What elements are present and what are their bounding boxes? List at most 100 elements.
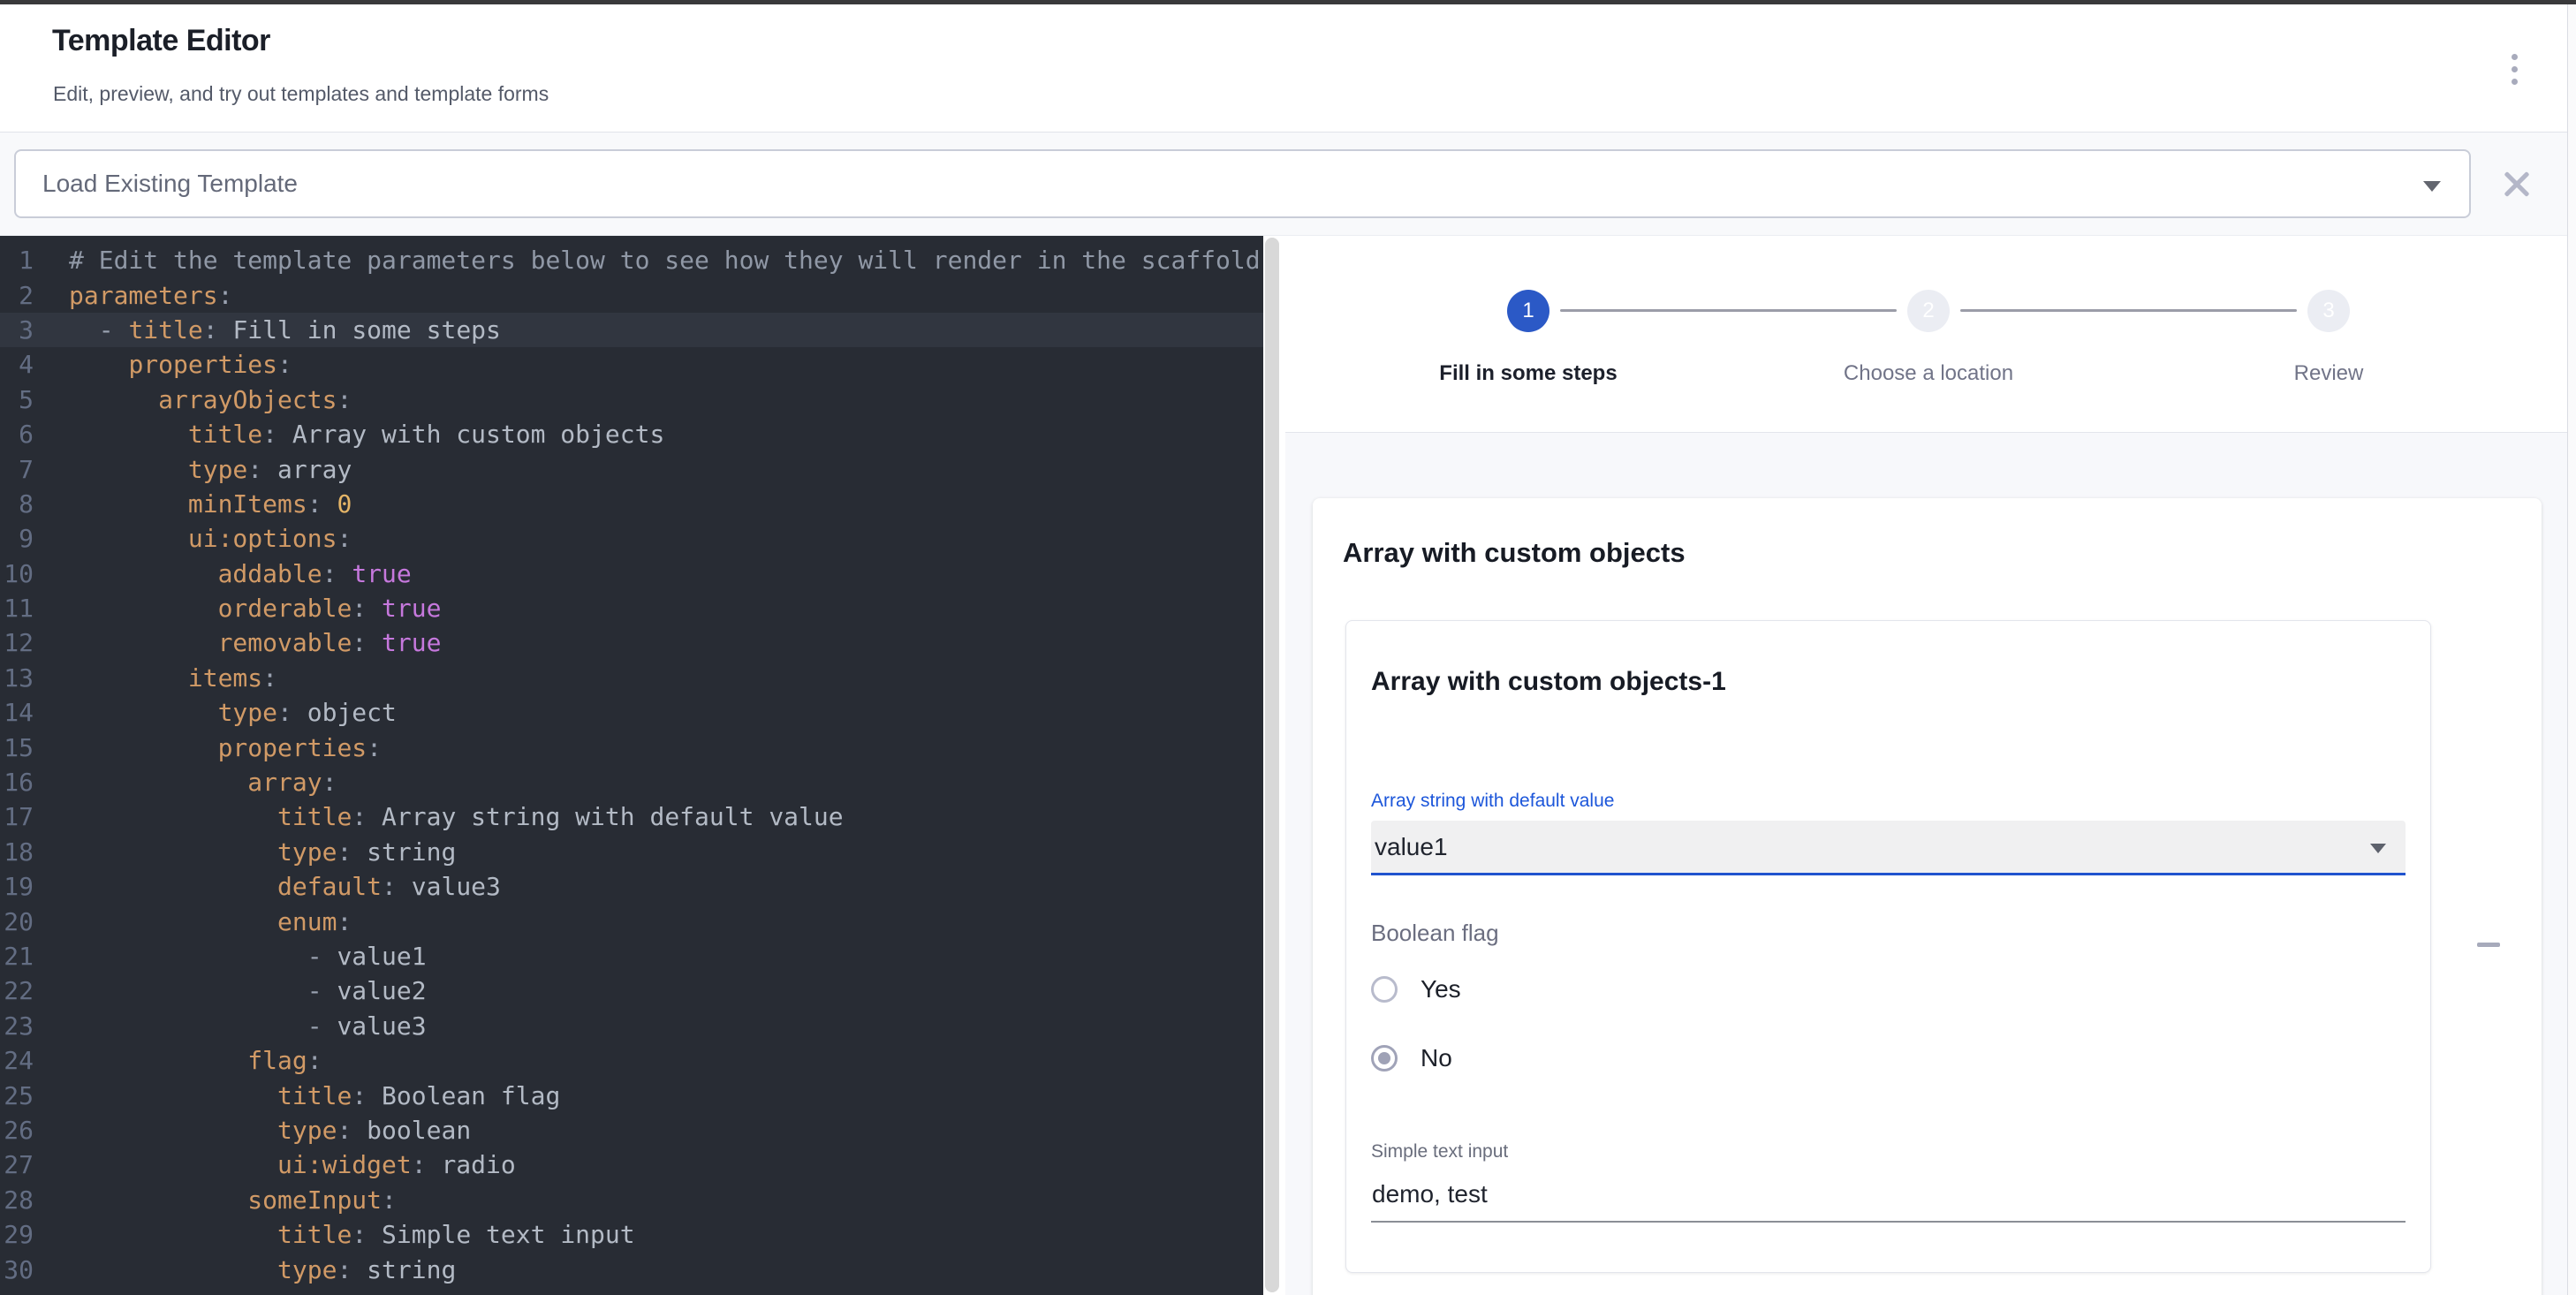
simple-text-input[interactable] — [1371, 1180, 2406, 1223]
token-val: Array string with default value — [382, 802, 844, 831]
code-text: - value3 — [69, 1011, 427, 1041]
token-punct: : — [337, 385, 352, 414]
code-line[interactable]: 26 type: boolean — [0, 1113, 1263, 1147]
code-line[interactable]: 15 properties: — [0, 730, 1263, 764]
yaml-code-editor[interactable]: 1# Edit the template parameters below to… — [0, 236, 1263, 1295]
code-line[interactable]: 19 default: value3 — [0, 869, 1263, 904]
code-line[interactable]: 4 properties: — [0, 347, 1263, 382]
token-punct: : — [337, 837, 367, 867]
code-text: type: object — [69, 698, 397, 727]
code-line[interactable]: 1# Edit the template parameters below to… — [0, 243, 1263, 277]
step-label-3: Review — [2294, 361, 2364, 386]
code-text: properties: — [69, 733, 382, 762]
token-key: orderable — [218, 594, 352, 623]
template-editor-screen: Template Editor Edit, preview, and try o… — [0, 0, 2576, 1295]
code-text: type: boolean — [69, 1116, 471, 1145]
code-line[interactable]: 22 - value2 — [0, 973, 1263, 1008]
token-punct: : — [203, 315, 233, 345]
token-key: title — [277, 1081, 352, 1110]
remove-array-item-button[interactable] — [2467, 923, 2510, 966]
code-line[interactable]: 6 title: Array with custom objects — [0, 417, 1263, 451]
code-line[interactable]: 11 orderable: true — [0, 591, 1263, 625]
code-line[interactable]: 28 someInput: — [0, 1183, 1263, 1217]
code-line[interactable]: 30 type: string — [0, 1252, 1263, 1286]
code-line[interactable]: 21 - value1 — [0, 939, 1263, 973]
token-punct — [69, 1046, 247, 1075]
token-punct: : — [307, 489, 337, 519]
code-line[interactable]: 24 flag: — [0, 1043, 1263, 1078]
token-punct — [69, 1116, 277, 1145]
code-line[interactable]: 23 - value3 — [0, 1009, 1263, 1043]
array-item-card: Array with custom objects-1 Array string… — [1345, 620, 2431, 1273]
token-key: minItems — [188, 489, 307, 519]
code-text: title: Simple text input — [69, 1220, 635, 1249]
code-line[interactable]: 20 enum: — [0, 904, 1263, 938]
token-punct — [69, 768, 247, 797]
step-label-1: Fill in some steps — [1439, 361, 1617, 386]
radio-option-yes[interactable]: Yes — [1371, 970, 2406, 1009]
token-key: enum — [277, 907, 337, 936]
code-text: # Edit the template parameters below to … — [69, 246, 1261, 275]
code-text: default: value3 — [69, 872, 501, 901]
token-key: properties — [218, 733, 367, 762]
token-punct: : — [277, 698, 307, 727]
code-text: title: Array string with default value — [69, 802, 844, 831]
token-punct: : — [262, 420, 292, 449]
page-scrollbar[interactable] — [2567, 0, 2576, 1295]
line-number: 17 — [0, 802, 34, 831]
load-existing-template-select[interactable]: Load Existing Template — [14, 149, 2471, 218]
token-bool: true — [382, 628, 441, 657]
code-line[interactable]: 10 addable: true — [0, 557, 1263, 591]
code-text: type: array — [69, 455, 352, 484]
code-text: items: — [69, 663, 277, 693]
token-val: Array with custom objects — [292, 420, 664, 449]
code-text: someInput: — [69, 1185, 397, 1215]
kebab-menu-button[interactable] — [2489, 40, 2539, 98]
code-line[interactable]: 5 arrayObjects: — [0, 382, 1263, 417]
token-punct — [69, 385, 158, 414]
code-line[interactable]: 17 title: Array string with default valu… — [0, 799, 1263, 834]
token-key: title — [277, 802, 352, 831]
code-line[interactable]: 7 type: array — [0, 451, 1263, 486]
code-text: ui:widget: radio — [69, 1150, 516, 1179]
token-punct — [69, 733, 218, 762]
token-val: value2 — [337, 976, 426, 1005]
token-bool: true — [352, 559, 411, 588]
code-line[interactable]: 18 type: string — [0, 835, 1263, 869]
clear-template-button[interactable] — [2493, 161, 2541, 208]
token-val: value3 — [337, 1011, 426, 1041]
array-string-select[interactable]: value1 — [1371, 821, 2406, 875]
code-line[interactable]: 12 removable: true — [0, 625, 1263, 660]
token-key: properties — [128, 350, 277, 379]
code-text: - value2 — [69, 976, 427, 1005]
token-key: array — [247, 768, 322, 797]
radio-option-label: Yes — [1421, 975, 1461, 1003]
code-line[interactable]: 2parameters: — [0, 277, 1263, 312]
code-line[interactable]: 25 title: Boolean flag — [0, 1078, 1263, 1112]
line-number: 19 — [0, 872, 34, 901]
code-line[interactable]: 13 items: — [0, 661, 1263, 695]
token-comment: # Edit the template parameters below to … — [69, 246, 1261, 275]
code-text: - value1 — [69, 942, 427, 971]
line-number: 2 — [0, 281, 34, 310]
stepper: 1Fill in some steps2Choose a location3Re… — [1285, 236, 2567, 433]
code-line[interactable]: 16 array: — [0, 765, 1263, 799]
array-item-title: Array with custom objects-1 — [1371, 667, 2406, 697]
code-line[interactable]: 8 minItems: 0 — [0, 487, 1263, 521]
code-line[interactable]: 27 ui:widget: radio — [0, 1147, 1263, 1182]
code-line[interactable]: 9 ui:options: — [0, 521, 1263, 556]
code-line[interactable]: 3 - title: Fill in some steps — [0, 313, 1263, 347]
radio-option-no[interactable]: No — [1371, 1039, 2406, 1078]
token-key: parameters — [69, 281, 218, 310]
token-punct: : — [352, 628, 382, 657]
code-line[interactable]: 14 type: object — [0, 695, 1263, 730]
token-val: value3 — [412, 872, 501, 901]
token-punct — [69, 698, 218, 727]
token-punct — [69, 524, 188, 553]
code-line[interactable]: 29 title: Simple text input — [0, 1217, 1263, 1252]
line-number: 28 — [0, 1185, 34, 1215]
editor-scrollbar-thumb[interactable] — [1265, 238, 1279, 1292]
token-punct — [69, 802, 277, 831]
line-number: 24 — [0, 1046, 34, 1075]
code-text: type: string — [69, 837, 456, 867]
